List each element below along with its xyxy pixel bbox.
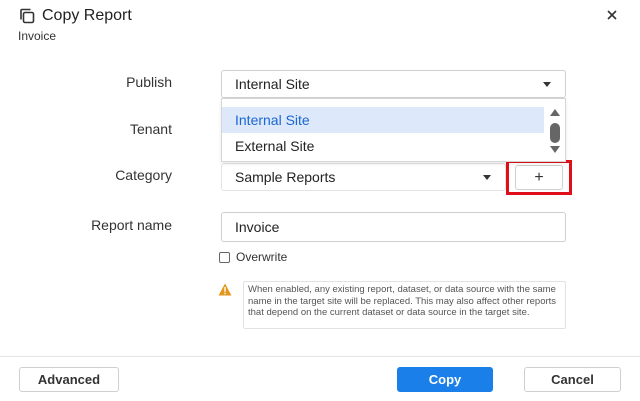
scroll-down-icon[interactable] xyxy=(550,146,560,153)
add-category-button[interactable]: + xyxy=(515,165,563,190)
category-label: Category xyxy=(115,167,172,183)
dropdown-option-external-site[interactable]: External Site xyxy=(222,133,544,159)
close-button[interactable] xyxy=(603,6,621,24)
publish-dropdown-list: Internal Site External Site xyxy=(221,98,566,162)
copy-button[interactable]: Copy xyxy=(397,367,493,392)
overwrite-warning-text: When enabled, any existing report, datas… xyxy=(243,281,566,329)
scroll-thumb[interactable] xyxy=(550,123,560,143)
scroll-up-icon[interactable] xyxy=(550,109,560,116)
dialog-title: Copy Report xyxy=(42,7,132,24)
tenant-label: Tenant xyxy=(129,121,172,137)
publish-label: Publish xyxy=(126,74,172,90)
advanced-button[interactable]: Advanced xyxy=(19,367,119,392)
category-select[interactable]: Sample Reports xyxy=(221,163,506,191)
dialog-subtitle: Invoice xyxy=(18,29,57,43)
report-name-label: Report name xyxy=(91,217,172,233)
dialog-header: Copy Report xyxy=(18,7,132,25)
dialog-footer: Advanced Copy Cancel xyxy=(0,356,640,401)
dropdown-option-internal-site[interactable]: Internal Site xyxy=(222,107,544,133)
report-name-input[interactable] xyxy=(221,212,566,242)
warning-triangle-icon xyxy=(218,283,232,296)
close-icon xyxy=(607,10,617,20)
publish-select[interactable]: Internal Site xyxy=(221,70,566,98)
overwrite-row: Overwrite xyxy=(219,250,287,264)
publish-select-value: Internal Site xyxy=(235,76,310,92)
overwrite-label: Overwrite xyxy=(236,250,288,264)
copy-report-dialog: Copy Report Invoice Publish Internal Sit… xyxy=(0,0,640,401)
overwrite-checkbox[interactable] xyxy=(219,251,230,263)
copy-icon xyxy=(20,8,35,24)
category-select-value: Sample Reports xyxy=(235,169,336,185)
chevron-down-icon xyxy=(483,175,491,180)
cancel-button[interactable]: Cancel xyxy=(524,367,621,392)
chevron-down-icon xyxy=(543,82,551,87)
dropdown-scrollbar[interactable] xyxy=(545,99,565,161)
